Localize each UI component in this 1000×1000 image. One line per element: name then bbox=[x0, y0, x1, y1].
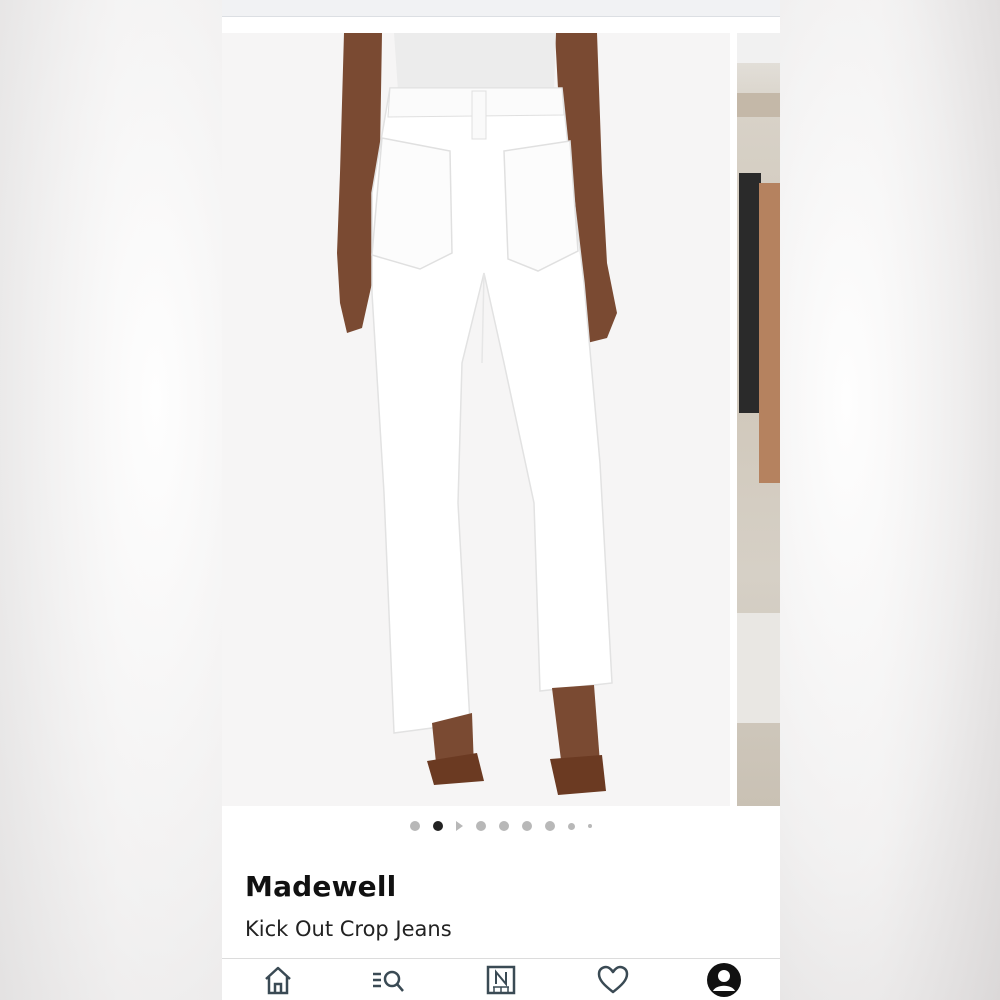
product-image-gallery[interactable] bbox=[222, 33, 780, 806]
pagination-dot[interactable] bbox=[476, 821, 486, 831]
search-list-icon bbox=[373, 970, 405, 992]
pagination-dot[interactable] bbox=[545, 821, 555, 831]
video-play-icon[interactable] bbox=[456, 821, 463, 831]
pagination-dot-active[interactable] bbox=[433, 821, 443, 831]
product-title: Kick Out Crop Jeans bbox=[245, 917, 452, 941]
tab-account[interactable] bbox=[702, 960, 746, 1000]
pagination-dot[interactable] bbox=[499, 821, 509, 831]
tab-search[interactable] bbox=[367, 960, 411, 1000]
brand-name[interactable]: Madewell bbox=[245, 870, 396, 903]
heart-icon bbox=[597, 965, 628, 994]
account-icon bbox=[707, 963, 742, 997]
tab-home[interactable] bbox=[256, 960, 300, 1000]
background-blur-left bbox=[0, 0, 222, 1000]
pagination-dot[interactable] bbox=[588, 824, 592, 828]
background-blur-right bbox=[780, 0, 1000, 1000]
pagination-dot[interactable] bbox=[522, 821, 532, 831]
gallery-pagination[interactable] bbox=[222, 818, 780, 834]
product-photo[interactable] bbox=[222, 33, 730, 806]
phone-screen: Madewell Kick Out Crop Jeans bbox=[222, 0, 780, 1000]
pagination-dot[interactable] bbox=[410, 821, 420, 831]
home-icon bbox=[264, 966, 291, 995]
bottom-tab-bar bbox=[222, 958, 780, 1000]
pagination-dot[interactable] bbox=[568, 822, 575, 830]
tab-wishlist[interactable] bbox=[591, 960, 635, 1000]
model-illustration bbox=[337, 33, 617, 795]
nordstrom-n-icon bbox=[486, 965, 516, 995]
top-bar bbox=[222, 0, 780, 17]
rack-illustration bbox=[737, 33, 780, 723]
tab-nordstrom[interactable] bbox=[479, 960, 523, 1000]
next-product-photo[interactable] bbox=[737, 33, 780, 806]
